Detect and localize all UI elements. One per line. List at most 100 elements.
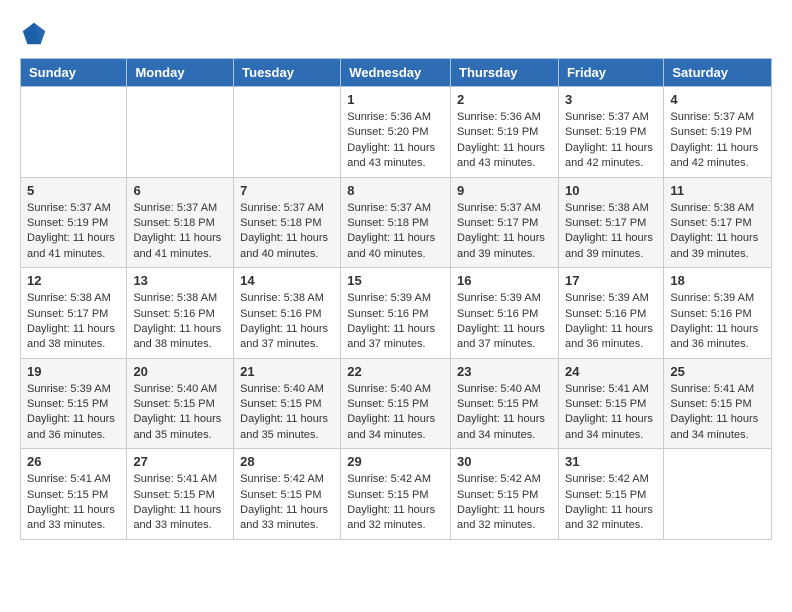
calendar-cell: 2Sunrise: 5:36 AM Sunset: 5:19 PM Daylig… bbox=[451, 87, 559, 178]
calendar-cell: 12 Sunrise: 5:38 AM Sunset: 5:17 PM Dayli… bbox=[21, 268, 127, 359]
calendar-cell: 23 Sunrise: 5:40 AM Sunset: 5:15 PM Dayli… bbox=[451, 358, 559, 449]
calendar-cell: 18 Sunrise: 5:39 AM Sunset: 5:16 PM Dayli… bbox=[664, 268, 772, 359]
calendar-week-row: 26 Sunrise: 5:41 AM Sunset: 5:15 PM Dayli… bbox=[21, 449, 772, 540]
calendar-cell bbox=[234, 87, 341, 178]
calendar-week-row: 5 Sunrise: 5:37 AM Sunset: 5:19 PM Daylig… bbox=[21, 177, 772, 268]
day-info: Sunrise: 5:37 AM Sunset: 5:19 PM Dayligh… bbox=[670, 110, 765, 172]
calendar-cell: 28 Sunrise: 5:42 AM Sunset: 5:15 PM Dayli… bbox=[234, 449, 341, 540]
calendar-cell: 29 Sunrise: 5:42 AM Sunset: 5:15 PM Dayli… bbox=[341, 449, 451, 540]
calendar-cell: 24Sunrise: 5:41 AM Sunset: 5:15 PM Dayli… bbox=[558, 358, 663, 449]
day-number: 14 bbox=[240, 273, 334, 288]
day-number: 19 bbox=[27, 364, 120, 379]
day-info: Sunrise: 5:38 AM Sunset: 5:17 PM Dayligh… bbox=[27, 291, 120, 353]
day-info: Sunrise: 5:42 AM Sunset: 5:15 PM Dayligh… bbox=[347, 472, 444, 534]
day-info: Sunrise: 5:37 AM Sunset: 5:19 PM Dayligh… bbox=[565, 110, 657, 172]
day-number: 22 bbox=[347, 364, 444, 379]
day-number: 26 bbox=[27, 454, 120, 469]
day-info: Sunrise: 5:42 AM Sunset: 5:15 PM Dayligh… bbox=[240, 472, 334, 534]
calendar-cell: 5 Sunrise: 5:37 AM Sunset: 5:19 PM Daylig… bbox=[21, 177, 127, 268]
day-info: Sunrise: 5:40 AM Sunset: 5:15 PM Dayligh… bbox=[347, 382, 444, 444]
day-number: 9 bbox=[457, 183, 552, 198]
day-info: Sunrise: 5:38 AM Sunset: 5:17 PM Dayligh… bbox=[670, 201, 765, 263]
day-info: Sunrise: 5:41 AM Sunset: 5:15 PM Dayligh… bbox=[27, 472, 120, 534]
header-cell: Friday bbox=[558, 59, 663, 87]
day-info: Sunrise: 5:38 AM Sunset: 5:17 PM Dayligh… bbox=[565, 201, 657, 263]
calendar-cell: 10 Sunrise: 5:38 AM Sunset: 5:17 PM Dayli… bbox=[558, 177, 663, 268]
day-info: Sunrise: 5:39 AM Sunset: 5:16 PM Dayligh… bbox=[565, 291, 657, 353]
day-info: Sunrise: 5:37 AM Sunset: 5:17 PM Dayligh… bbox=[457, 201, 552, 263]
day-number: 20 bbox=[133, 364, 227, 379]
day-info: Sunrise: 5:37 AM Sunset: 5:19 PM Dayligh… bbox=[27, 201, 120, 263]
day-number: 4 bbox=[670, 92, 765, 107]
day-info: Sunrise: 5:36 AM Sunset: 5:20 PM Dayligh… bbox=[347, 110, 444, 172]
day-number: 6 bbox=[133, 183, 227, 198]
day-info: Sunrise: 5:40 AM Sunset: 5:15 PM Dayligh… bbox=[133, 382, 227, 444]
day-number: 27 bbox=[133, 454, 227, 469]
day-number: 11 bbox=[670, 183, 765, 198]
day-number: 28 bbox=[240, 454, 334, 469]
day-info: Sunrise: 5:37 AM Sunset: 5:18 PM Dayligh… bbox=[240, 201, 334, 263]
day-number: 24 bbox=[565, 364, 657, 379]
calendar-cell: 9 Sunrise: 5:37 AM Sunset: 5:17 PM Daylig… bbox=[451, 177, 559, 268]
calendar-cell: 20 Sunrise: 5:40 AM Sunset: 5:15 PM Dayli… bbox=[127, 358, 234, 449]
day-info: Sunrise: 5:38 AM Sunset: 5:16 PM Dayligh… bbox=[240, 291, 334, 353]
header-row: SundayMondayTuesdayWednesdayThursdayFrid… bbox=[21, 59, 772, 87]
calendar-cell bbox=[21, 87, 127, 178]
calendar-cell bbox=[127, 87, 234, 178]
day-number: 10 bbox=[565, 183, 657, 198]
day-number: 25 bbox=[670, 364, 765, 379]
page-header bbox=[20, 20, 772, 48]
day-number: 29 bbox=[347, 454, 444, 469]
calendar-cell: 1 Sunrise: 5:36 AM Sunset: 5:20 PM Daylig… bbox=[341, 87, 451, 178]
day-info: Sunrise: 5:39 AM Sunset: 5:15 PM Dayligh… bbox=[27, 382, 120, 444]
day-number: 17 bbox=[565, 273, 657, 288]
calendar-week-row: 1 Sunrise: 5:36 AM Sunset: 5:20 PM Daylig… bbox=[21, 87, 772, 178]
calendar-cell: 25 Sunrise: 5:41 AM Sunset: 5:15 PM Dayli… bbox=[664, 358, 772, 449]
calendar-cell: 22 Sunrise: 5:40 AM Sunset: 5:15 PM Dayli… bbox=[341, 358, 451, 449]
day-number: 21 bbox=[240, 364, 334, 379]
calendar-cell: 31 Sunrise: 5:42 AM Sunset: 5:15 PM Dayli… bbox=[558, 449, 663, 540]
calendar-cell: 19 Sunrise: 5:39 AM Sunset: 5:15 PM Dayli… bbox=[21, 358, 127, 449]
calendar-cell: 21Sunrise: 5:40 AM Sunset: 5:15 PM Dayli… bbox=[234, 358, 341, 449]
calendar-cell: 27 Sunrise: 5:41 AM Sunset: 5:15 PM Dayli… bbox=[127, 449, 234, 540]
day-info: Sunrise: 5:39 AM Sunset: 5:16 PM Dayligh… bbox=[457, 291, 552, 353]
calendar-cell: 13Sunrise: 5:38 AM Sunset: 5:16 PM Dayli… bbox=[127, 268, 234, 359]
calendar-header: SundayMondayTuesdayWednesdayThursdayFrid… bbox=[21, 59, 772, 87]
calendar-cell: 6 Sunrise: 5:37 AM Sunset: 5:18 PM Daylig… bbox=[127, 177, 234, 268]
day-number: 1 bbox=[347, 92, 444, 107]
day-info: Sunrise: 5:39 AM Sunset: 5:16 PM Dayligh… bbox=[347, 291, 444, 353]
day-info: Sunrise: 5:40 AM Sunset: 5:15 PM Dayligh… bbox=[457, 382, 552, 444]
day-number: 15 bbox=[347, 273, 444, 288]
logo bbox=[20, 20, 52, 48]
day-info: Sunrise: 5:37 AM Sunset: 5:18 PM Dayligh… bbox=[133, 201, 227, 263]
calendar-cell: 4 Sunrise: 5:37 AM Sunset: 5:19 PM Daylig… bbox=[664, 87, 772, 178]
calendar-body: 1 Sunrise: 5:36 AM Sunset: 5:20 PM Daylig… bbox=[21, 87, 772, 540]
header-cell: Sunday bbox=[21, 59, 127, 87]
calendar-cell: 7 Sunrise: 5:37 AM Sunset: 5:18 PM Daylig… bbox=[234, 177, 341, 268]
header-cell: Wednesday bbox=[341, 59, 451, 87]
day-number: 5 bbox=[27, 183, 120, 198]
day-info: Sunrise: 5:41 AM Sunset: 5:15 PM Dayligh… bbox=[133, 472, 227, 534]
day-info: Sunrise: 5:39 AM Sunset: 5:16 PM Dayligh… bbox=[670, 291, 765, 353]
day-number: 23 bbox=[457, 364, 552, 379]
calendar-table: SundayMondayTuesdayWednesdayThursdayFrid… bbox=[20, 58, 772, 540]
day-info: Sunrise: 5:41 AM Sunset: 5:15 PM Dayligh… bbox=[670, 382, 765, 444]
calendar-cell: 16Sunrise: 5:39 AM Sunset: 5:16 PM Dayli… bbox=[451, 268, 559, 359]
header-cell: Thursday bbox=[451, 59, 559, 87]
header-cell: Saturday bbox=[664, 59, 772, 87]
header-cell: Monday bbox=[127, 59, 234, 87]
calendar-cell bbox=[664, 449, 772, 540]
logo-icon bbox=[20, 20, 48, 48]
day-number: 31 bbox=[565, 454, 657, 469]
day-number: 2 bbox=[457, 92, 552, 107]
calendar-cell: 8Sunrise: 5:37 AM Sunset: 5:18 PM Daylig… bbox=[341, 177, 451, 268]
calendar-cell: 14 Sunrise: 5:38 AM Sunset: 5:16 PM Dayli… bbox=[234, 268, 341, 359]
calendar-cell: 11 Sunrise: 5:38 AM Sunset: 5:17 PM Dayli… bbox=[664, 177, 772, 268]
day-number: 7 bbox=[240, 183, 334, 198]
day-number: 8 bbox=[347, 183, 444, 198]
calendar-week-row: 12 Sunrise: 5:38 AM Sunset: 5:17 PM Dayli… bbox=[21, 268, 772, 359]
day-info: Sunrise: 5:42 AM Sunset: 5:15 PM Dayligh… bbox=[565, 472, 657, 534]
day-number: 12 bbox=[27, 273, 120, 288]
day-number: 30 bbox=[457, 454, 552, 469]
day-number: 18 bbox=[670, 273, 765, 288]
